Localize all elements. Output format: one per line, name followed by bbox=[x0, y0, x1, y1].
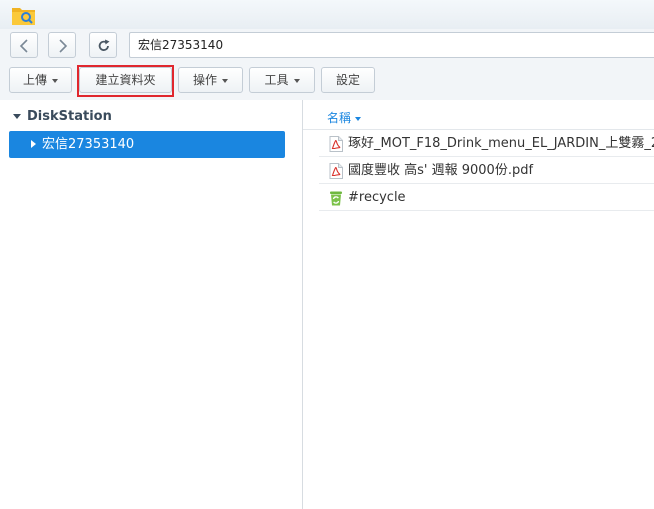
column-header: 名稱 bbox=[303, 100, 654, 130]
chevron-down-icon bbox=[52, 78, 58, 83]
tree-root-label: DiskStation bbox=[27, 109, 112, 124]
file-name: #recycle bbox=[348, 190, 406, 205]
file-row[interactable]: 琢好_MOT_F18_Drink_menu_EL_JARDIN_上雙霧_23 bbox=[319, 130, 654, 157]
column-header-name[interactable]: 名稱 bbox=[327, 109, 362, 126]
create-folder-button[interactable]: 建立資料夾 bbox=[79, 67, 172, 93]
upload-button[interactable]: 上傳 bbox=[9, 67, 72, 93]
file-list-pane: 名稱 琢好_MOT_F18_Drink_menu_EL_JARDIN_上雙霧_2… bbox=[303, 100, 654, 509]
pdf-icon bbox=[329, 163, 343, 179]
tools-label: 工具 bbox=[264, 73, 289, 87]
chevron-right-icon bbox=[59, 39, 68, 53]
settings-label: 設定 bbox=[335, 73, 360, 87]
recycle-bin-icon bbox=[330, 191, 342, 206]
action-label: 操作 bbox=[192, 73, 217, 87]
settings-button[interactable]: 設定 bbox=[321, 67, 375, 93]
column-name-label: 名稱 bbox=[327, 111, 352, 125]
collapse-arrow-icon[interactable] bbox=[31, 140, 36, 148]
tools-button[interactable]: 工具 bbox=[249, 67, 315, 93]
address-bar[interactable]: 宏信27353140 bbox=[129, 32, 654, 58]
create-folder-label: 建立資料夾 bbox=[95, 73, 156, 87]
chevron-down-icon bbox=[293, 78, 300, 83]
action-button[interactable]: 操作 bbox=[178, 67, 243, 93]
expand-arrow-icon[interactable] bbox=[13, 114, 21, 119]
file-name: 國度豐收 高s' 週報 9000份.pdf bbox=[348, 163, 534, 178]
chevron-down-icon bbox=[222, 78, 228, 83]
navigation-bar: 宏信27353140 bbox=[0, 29, 654, 63]
file-row[interactable]: 國度豐收 高s' 週報 9000份.pdf bbox=[319, 157, 654, 184]
upload-label: 上傳 bbox=[22, 73, 47, 87]
toolbar: 上傳 建立資料夾 操作 工具 設定 bbox=[0, 63, 654, 100]
file-row[interactable]: #recycle bbox=[319, 184, 654, 211]
forward-button[interactable] bbox=[48, 32, 76, 58]
chevron-left-icon bbox=[19, 39, 28, 53]
refresh-icon bbox=[98, 39, 110, 51]
back-button[interactable] bbox=[10, 32, 38, 58]
folder-tree-pane: DiskStation 宏信27353140 bbox=[0, 100, 302, 509]
file-name: 琢好_MOT_F18_Drink_menu_EL_JARDIN_上雙霧_23 bbox=[348, 136, 654, 151]
tree-root-diskstation[interactable]: DiskStation bbox=[13, 109, 112, 124]
refresh-button[interactable] bbox=[89, 32, 117, 58]
tree-item-label: 宏信27353140 bbox=[42, 137, 135, 152]
file-station-icon bbox=[12, 8, 35, 25]
sort-desc-icon bbox=[355, 116, 362, 121]
pdf-icon bbox=[329, 136, 343, 152]
tree-item-selected-folder[interactable]: 宏信27353140 bbox=[9, 131, 285, 158]
title-bar bbox=[0, 0, 654, 29]
